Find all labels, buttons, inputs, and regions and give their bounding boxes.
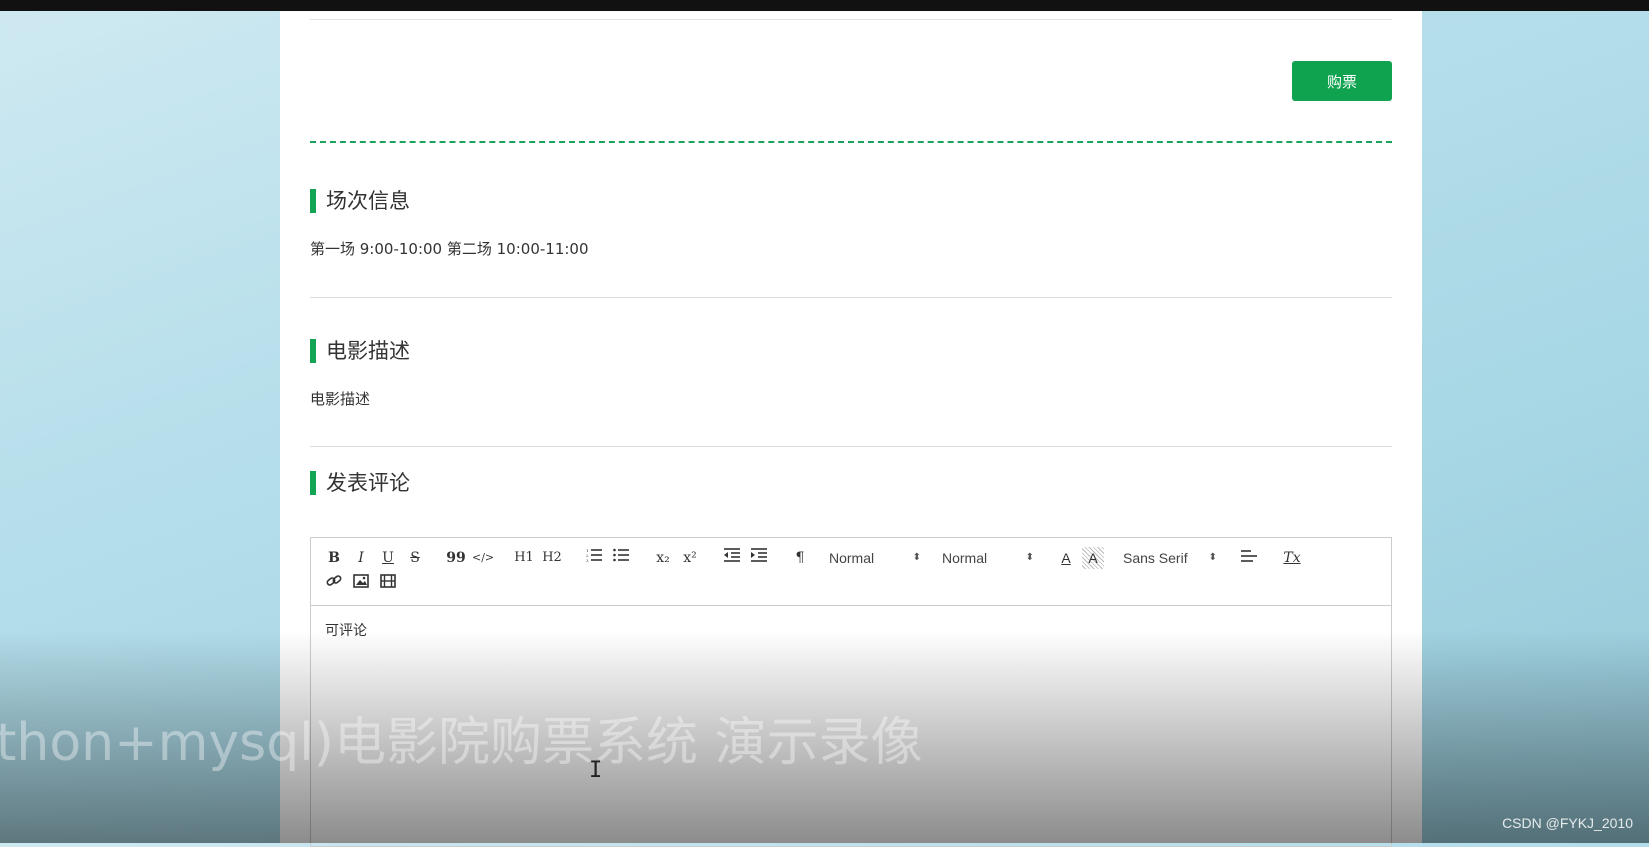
comment-editor: B I U S 99 </> H1 H2 123 x₂ x² ¶ Normal … — [310, 537, 1392, 847]
direction-button[interactable]: ¶ — [789, 547, 811, 569]
bold-button[interactable]: B — [323, 547, 345, 569]
text-cursor-icon: I — [589, 758, 603, 783]
select-arrows-icon: ⬍ — [1025, 552, 1034, 563]
top-divider — [310, 19, 1392, 20]
svg-text:3: 3 — [586, 558, 589, 562]
italic-button[interactable]: I — [350, 547, 372, 569]
code-block-button[interactable]: </> — [472, 547, 494, 569]
indent-icon[interactable] — [748, 547, 770, 569]
subscript-button[interactable]: x₂ — [652, 547, 674, 569]
image-icon[interactable] — [350, 573, 372, 595]
dashed-divider — [310, 141, 1392, 143]
ordered-list-icon[interactable]: 123 — [583, 547, 605, 569]
background-color-icon[interactable]: A — [1082, 547, 1104, 569]
description-text: 电影描述 — [310, 390, 371, 408]
underline-button[interactable]: U — [377, 547, 399, 569]
schedule-text: 第一场 9:00-10:00 第二场 10:00-11:00 — [310, 240, 589, 258]
editor-toolbar: B I U S 99 </> H1 H2 123 x₂ x² ¶ Normal … — [311, 538, 1391, 606]
comment-section-title: 发表评论 — [310, 471, 410, 495]
header-select[interactable]: Normal ⬍ — [942, 547, 1034, 569]
watermark: CSDN @FYKJ_2010 — [1502, 815, 1633, 831]
align-icon[interactable] — [1238, 547, 1260, 569]
select-arrows-icon: ⬍ — [912, 552, 921, 563]
size-select-value: Normal — [829, 550, 875, 566]
size-select[interactable]: Normal ⬍ — [829, 547, 921, 569]
text-color-icon[interactable]: A — [1055, 547, 1077, 569]
description-divider — [310, 446, 1392, 447]
schedule-divider — [310, 297, 1392, 298]
clean-format-button[interactable]: Tx — [1281, 547, 1303, 569]
blockquote-button[interactable]: 99 — [445, 547, 467, 569]
bullet-list-icon[interactable] — [610, 547, 632, 569]
h2-button[interactable]: H2 — [541, 547, 563, 569]
video-icon[interactable] — [377, 573, 399, 595]
description-section-title: 电影描述 — [310, 339, 410, 363]
comment-content[interactable]: 可评论 — [325, 620, 367, 640]
font-select[interactable]: Sans Serif ⬍ — [1123, 547, 1217, 569]
buy-ticket-button[interactable]: 购票 — [1292, 61, 1392, 101]
schedule-section-title: 场次信息 — [310, 189, 410, 213]
h1-button[interactable]: H1 — [513, 547, 535, 569]
strike-button[interactable]: S — [404, 547, 426, 569]
header-select-value: Normal — [942, 550, 988, 566]
font-select-value: Sans Serif — [1123, 550, 1188, 566]
outdent-icon[interactable] — [721, 547, 743, 569]
video-overlay-title: thon+mysql)电影院购票系统 演示录像 — [0, 713, 923, 773]
top-bar — [0, 0, 1649, 11]
link-icon[interactable] — [323, 573, 345, 595]
superscript-button[interactable]: x² — [679, 547, 701, 569]
select-arrows-icon: ⬍ — [1208, 552, 1217, 563]
